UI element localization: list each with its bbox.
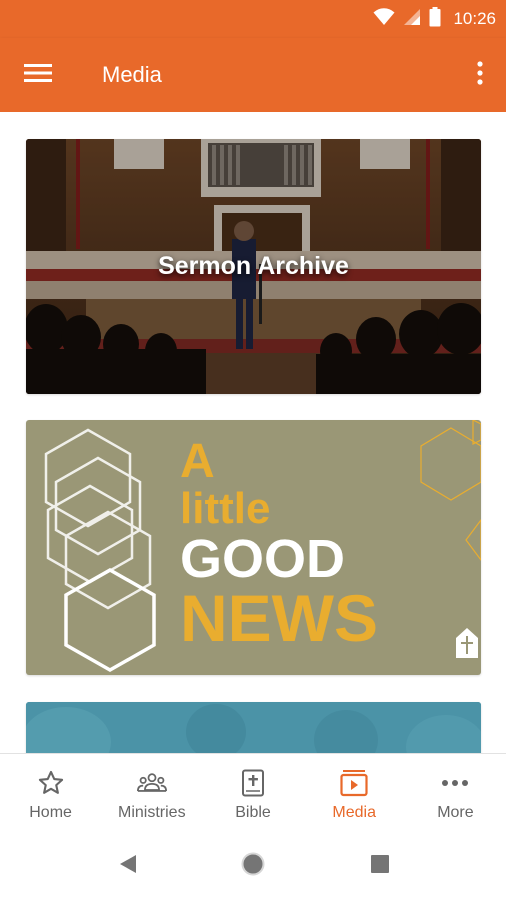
- app-bar: Media: [0, 38, 506, 112]
- home-circle-icon: [240, 851, 266, 882]
- status-icons: 10:26: [373, 6, 496, 32]
- more-dots-icon: [440, 768, 470, 798]
- church-logo-icon: [456, 628, 478, 658]
- star-icon: [36, 768, 66, 798]
- nav-label: Media: [332, 804, 376, 821]
- home-button[interactable]: [238, 851, 268, 881]
- news-line-a: A: [180, 435, 215, 488]
- nav-media[interactable]: Media: [304, 754, 405, 831]
- news-line-news: NEWS: [180, 581, 378, 655]
- media-icon: [339, 768, 369, 798]
- sermon-archive-card[interactable]: Sermon Archive: [26, 139, 481, 394]
- good-news-card[interactable]: A little GOOD NEWS: [26, 420, 481, 675]
- hamburger-icon: [24, 63, 52, 88]
- screen: 10:26 Media Sermon Archive A little GOOD…: [0, 0, 506, 900]
- people-icon: [136, 768, 167, 798]
- card-title: Sermon Archive: [158, 252, 349, 280]
- media-list: Sermon Archive A little GOOD NEWS: [0, 112, 506, 753]
- recents-square-icon: [371, 854, 389, 878]
- nav-label: Ministries: [118, 804, 186, 821]
- media-card-image: [26, 702, 481, 753]
- nav-bible[interactable]: Bible: [202, 754, 303, 831]
- back-button[interactable]: [113, 851, 143, 881]
- cell-signal-icon: [403, 8, 421, 31]
- overflow-menu-button[interactable]: [468, 58, 492, 92]
- more-vert-icon: [477, 60, 483, 90]
- menu-button[interactable]: [18, 58, 58, 92]
- system-nav-bar: [0, 831, 506, 900]
- status-bar: 10:26: [0, 0, 506, 38]
- bible-icon: [238, 768, 268, 798]
- nav-label: Bible: [235, 804, 271, 821]
- nav-ministries[interactable]: Ministries: [101, 754, 202, 831]
- page-title: Media: [102, 62, 162, 87]
- back-triangle-icon: [119, 854, 137, 879]
- battery-icon: [429, 6, 441, 32]
- status-time: 10:26: [453, 9, 496, 28]
- nav-more[interactable]: More: [405, 754, 506, 831]
- recents-button[interactable]: [365, 851, 395, 881]
- nav-label: Home: [29, 804, 72, 821]
- bottom-nav: Home Ministries Bible Media More: [0, 753, 506, 831]
- media-card-partial[interactable]: [26, 702, 481, 753]
- wifi-icon: [373, 7, 395, 31]
- nav-home[interactable]: Home: [0, 754, 101, 831]
- news-line-little: little: [180, 484, 271, 533]
- nav-label: More: [437, 804, 474, 821]
